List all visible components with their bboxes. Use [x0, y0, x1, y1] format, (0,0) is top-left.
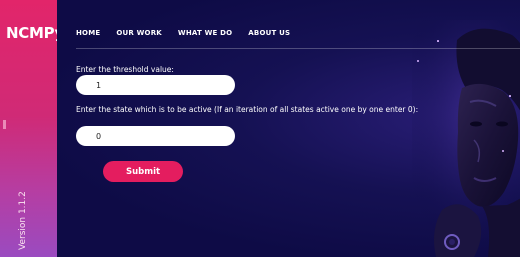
- threshold-value: 1: [96, 80, 102, 90]
- version-label: Version 1.1.2: [18, 191, 28, 250]
- state-label: Enter the state which is to be active (I…: [76, 105, 419, 114]
- top-nav: HOME OUR WORK WHAT WE DO ABOUT US: [76, 29, 290, 37]
- state-input[interactable]: 0: [76, 126, 235, 146]
- main-panel: HOME OUR WORK WHAT WE DO ABOUT US Enter …: [57, 0, 520, 257]
- nav-divider: [76, 48, 520, 49]
- threshold-input[interactable]: 1: [76, 75, 235, 95]
- sparkle-dot: [509, 95, 511, 97]
- nav-our-work[interactable]: OUR WORK: [116, 29, 162, 37]
- nav-what-we-do[interactable]: WHAT WE DO: [178, 29, 232, 37]
- threshold-label: Enter the threshold value:: [76, 65, 174, 74]
- sparkle-dot: [502, 150, 504, 152]
- portrait-image: [412, 20, 520, 257]
- submit-button[interactable]: Submit: [103, 161, 183, 182]
- sidebar: NCMPy Version 1.1.2: [0, 0, 64, 257]
- app-window: NCMPy Version 1.1.2 HOME OUR WORK WHAT W…: [0, 0, 520, 257]
- sparkle-dot: [417, 60, 419, 62]
- nav-about-us[interactable]: ABOUT US: [248, 29, 290, 37]
- state-value: 0: [96, 131, 102, 141]
- sidebar-marker: [3, 120, 6, 129]
- nav-home[interactable]: HOME: [76, 29, 100, 37]
- sparkle-dot: [437, 40, 439, 42]
- brand-logo[interactable]: NCMPy: [6, 24, 64, 42]
